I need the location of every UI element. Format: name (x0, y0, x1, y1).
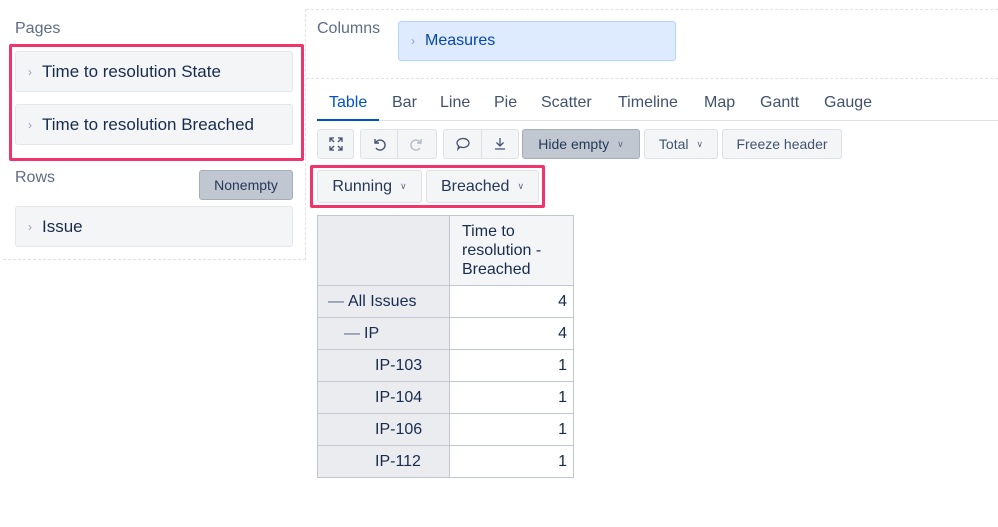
nonempty-button[interactable]: Nonempty (199, 170, 293, 200)
chevron-right-icon: › (411, 34, 415, 48)
table-row: — IP 4 (317, 317, 574, 350)
comment-button[interactable] (443, 129, 482, 159)
export-button[interactable] (481, 129, 519, 159)
row-label: IP (364, 324, 380, 342)
undo-button[interactable] (360, 129, 398, 159)
table-row: — All Issues 4 (317, 285, 574, 318)
table-row: IP-112 1 (317, 445, 574, 478)
tab-map[interactable]: Map (704, 94, 735, 112)
table-corner (317, 215, 450, 286)
total-dropdown[interactable]: Total ∨ (644, 129, 718, 159)
chevron-down-icon: ∨ (517, 181, 525, 191)
tab-gantt[interactable]: Gantt (760, 94, 799, 112)
tab-bar[interactable]: Bar (392, 94, 417, 112)
page-item-resolution-state[interactable]: › Time to resolution State (15, 51, 293, 92)
collapse-icon[interactable]: — (344, 325, 360, 342)
chevron-right-icon: › (28, 117, 32, 132)
cell-value: 4 (449, 317, 574, 350)
cell-value: 1 (449, 413, 574, 446)
tab-line[interactable]: Line (440, 94, 470, 112)
row-header-ip-106[interactable]: IP-106 (317, 413, 450, 446)
row-item-issue[interactable]: › Issue (15, 206, 293, 247)
chevron-down-icon: ∨ (400, 181, 407, 191)
expand-icon (328, 137, 343, 151)
row-header-ip-112[interactable]: IP-112 (317, 445, 450, 478)
column-header[interactable]: Time to resolution - Breached (449, 215, 574, 286)
tab-gauge[interactable]: Gauge (824, 94, 872, 112)
page-item-label: Time to resolution State (42, 61, 221, 81)
cell-value: 1 (449, 381, 574, 414)
running-label: Running (332, 177, 392, 195)
table-row: IP-106 1 (317, 413, 574, 446)
rows-title: Rows (15, 169, 56, 186)
row-label: All Issues (348, 292, 417, 310)
chevron-down-icon: ∨ (696, 138, 704, 149)
table-row: IP-104 1 (317, 381, 574, 414)
chevron-right-icon: › (28, 219, 32, 234)
tab-pie[interactable]: Pie (494, 94, 517, 112)
columns-title: Columns (317, 20, 381, 37)
running-dropdown[interactable]: Running ∨ (317, 170, 422, 203)
freeze-header-button[interactable]: Freeze header (722, 129, 842, 159)
download-icon (495, 138, 505, 150)
row-header-ip-104[interactable]: IP-104 (317, 381, 450, 414)
pages-title: Pages (15, 20, 61, 37)
undo-icon (374, 139, 386, 151)
collapse-icon[interactable]: — (328, 293, 344, 310)
hide-empty-label: Hide empty (538, 136, 610, 152)
page-item-resolution-breached[interactable]: › Time to resolution Breached (15, 104, 293, 145)
breached-dropdown[interactable]: Breached ∨ (426, 170, 539, 203)
hide-empty-dropdown[interactable]: Hide empty ∨ (522, 129, 640, 159)
row-item-label: Issue (42, 216, 83, 236)
breached-label: Breached (440, 177, 510, 195)
redo-button[interactable] (397, 129, 437, 159)
active-tab-indicator (317, 119, 379, 121)
cell-value: 4 (449, 285, 574, 318)
page-item-label: Time to resolution Breached (42, 114, 254, 134)
tab-scatter[interactable]: Scatter (541, 94, 592, 112)
tab-timeline[interactable]: Timeline (618, 94, 678, 112)
table-row: IP-103 1 (317, 349, 574, 382)
row-header-ip-103[interactable]: IP-103 (317, 349, 450, 382)
redo-icon (410, 139, 422, 151)
tab-table[interactable]: Table (329, 94, 367, 112)
cell-value: 1 (449, 445, 574, 478)
chevron-right-icon: › (28, 64, 32, 79)
comment-icon (455, 137, 470, 152)
measures-chip[interactable]: › Measures (398, 21, 676, 61)
measures-label: Measures (425, 32, 496, 49)
row-header-all-issues[interactable]: — All Issues (317, 285, 450, 318)
cell-value: 1 (449, 349, 574, 382)
fullscreen-button[interactable] (317, 129, 354, 159)
row-header-ip[interactable]: — IP (317, 317, 450, 350)
report-table: Time to resolution - Breached — All Issue… (317, 215, 574, 478)
tab-divider (317, 120, 998, 121)
chevron-down-icon: ∨ (617, 138, 624, 149)
total-label: Total (658, 136, 689, 152)
